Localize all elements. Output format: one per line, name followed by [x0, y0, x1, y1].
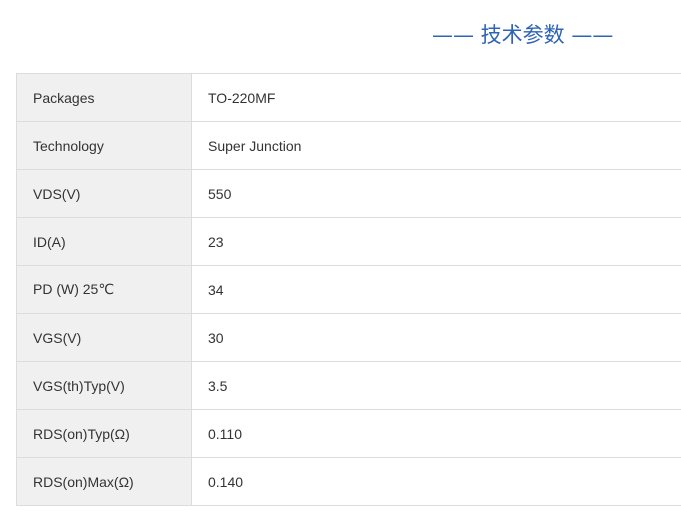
- spec-value: 30: [191, 313, 681, 362]
- table-row: ID(A) 23: [16, 217, 681, 266]
- table-row: RDS(on)Typ(Ω) 0.110: [16, 409, 681, 458]
- spec-label: VGS(V): [16, 313, 192, 362]
- spec-label: Technology: [16, 121, 192, 170]
- spec-label: PD (W) 25℃: [16, 265, 192, 314]
- spec-label: Packages: [16, 73, 192, 122]
- table-row: VGS(V) 30: [16, 313, 681, 362]
- section-title: —— 技术参数 ——: [432, 23, 614, 47]
- spec-label: ID(A): [16, 217, 192, 266]
- spec-table: Packages TO-220MF Technology Super Junct…: [16, 73, 681, 506]
- spec-value: 550: [191, 169, 681, 218]
- table-row: PD (W) 25℃ 34: [16, 265, 681, 314]
- spec-label: VDS(V): [16, 169, 192, 218]
- spec-label: RDS(on)Typ(Ω): [16, 409, 192, 458]
- table-row: VDS(V) 550: [16, 169, 681, 218]
- table-row: RDS(on)Max(Ω) 0.140: [16, 457, 681, 506]
- table-row: Packages TO-220MF: [16, 73, 681, 122]
- spec-value: Super Junction: [191, 121, 681, 170]
- spec-value: 0.140: [191, 457, 681, 506]
- spec-value: 0.110: [191, 409, 681, 458]
- table-row: VGS(th)Typ(V) 3.5: [16, 361, 681, 410]
- spec-label: VGS(th)Typ(V): [16, 361, 192, 410]
- spec-value: 3.5: [191, 361, 681, 410]
- spec-value: TO-220MF: [191, 73, 681, 122]
- spec-value: 34: [191, 265, 681, 314]
- table-row: Technology Super Junction: [16, 121, 681, 170]
- spec-value: 23: [191, 217, 681, 266]
- spec-label: RDS(on)Max(Ω): [16, 457, 192, 506]
